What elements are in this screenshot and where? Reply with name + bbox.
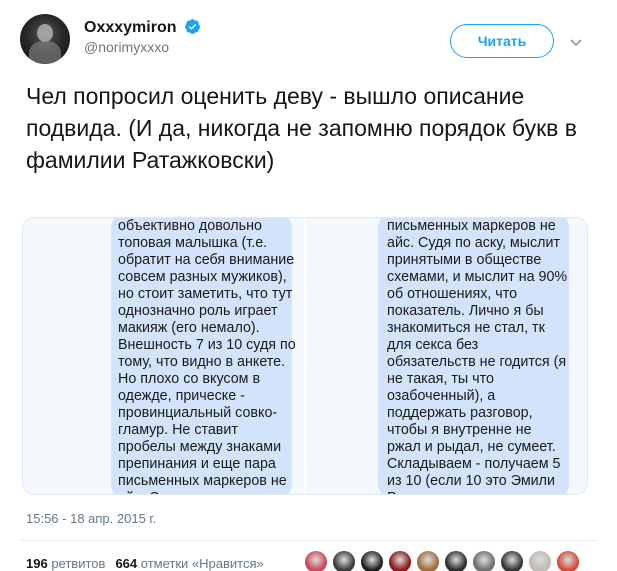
chat-bubble-text: письменных маркеров не айс. Судя по аску…: [387, 218, 568, 494]
liker-avatar[interactable]: [416, 550, 440, 571]
liker-avatar[interactable]: [444, 550, 468, 571]
chat-bubble-text: объективно довольно топовая малышка (т.е…: [118, 218, 296, 494]
likes-label: отметки «Нравится»: [140, 556, 264, 571]
liker-avatar[interactable]: [304, 550, 328, 571]
likes-stat[interactable]: 664 отметки «Нравится»: [115, 556, 263, 571]
liker-avatars: [304, 550, 580, 571]
liker-avatar[interactable]: [332, 550, 356, 571]
verified-badge-icon: [184, 19, 200, 34]
media-grid: объективно довольно топовая малышка (т.е…: [22, 217, 588, 495]
tweet-text: Чел попросил оценить деву - вышло описан…: [26, 83, 577, 173]
tweet-header: Oxxxymiron @norimyxxxo Читать: [20, 14, 600, 64]
author-display-name[interactable]: Oxxxymiron: [84, 19, 176, 37]
author-handle[interactable]: @norimyxxxo: [84, 39, 201, 55]
retweets-stat[interactable]: 196 ретвитов: [26, 556, 105, 571]
chevron-down-icon[interactable]: [568, 34, 584, 50]
media-image-1[interactable]: объективно довольно топовая малышка (т.е…: [23, 218, 304, 494]
liker-avatar[interactable]: [472, 550, 496, 571]
retweets-label: ретвитов: [51, 556, 106, 571]
author-block[interactable]: Oxxxymiron @norimyxxxo: [84, 18, 201, 55]
media-image-2[interactable]: письменных маркеров не айс. Судя по аску…: [304, 218, 587, 494]
divider: [20, 540, 597, 541]
liker-avatar[interactable]: [528, 550, 552, 571]
avatar[interactable]: [20, 14, 70, 64]
tweet-timestamp[interactable]: 15:56 - 18 апр. 2015 г.: [26, 511, 156, 526]
liker-avatar[interactable]: [556, 550, 580, 571]
retweets-count: 196: [26, 556, 48, 571]
avatar-figure-body: [29, 41, 61, 64]
tweet-stats: 196 ретвитов 664 отметки «Нравится»: [26, 556, 264, 571]
liker-avatar[interactable]: [388, 550, 412, 571]
follow-button[interactable]: Читать: [450, 24, 554, 58]
liker-avatar[interactable]: [360, 550, 384, 571]
liker-avatar[interactable]: [500, 550, 524, 571]
avatar-figure-head: [37, 24, 53, 42]
likes-count: 664: [115, 556, 138, 571]
